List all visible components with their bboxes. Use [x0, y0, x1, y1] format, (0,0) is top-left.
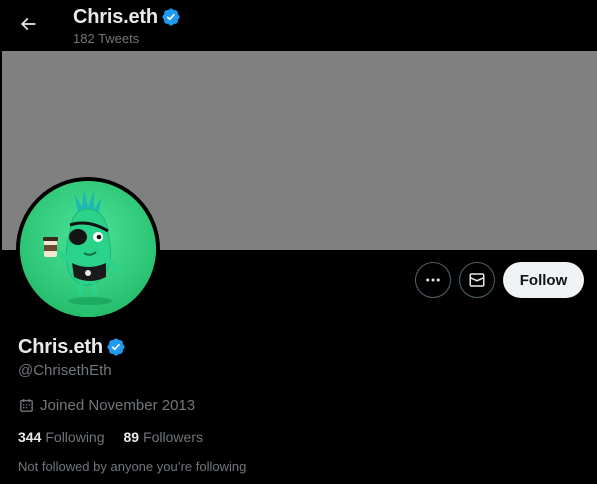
follow-button[interactable]: Follow [503, 262, 584, 298]
header-display-name: Chris.eth [73, 5, 158, 28]
calendar-icon [18, 397, 35, 414]
header-title-row: Chris.eth [73, 4, 181, 30]
tweet-count: 182 Tweets [73, 31, 140, 46]
message-button[interactable] [459, 262, 495, 298]
back-button[interactable] [10, 6, 46, 42]
arrow-left-icon [20, 17, 36, 31]
followers-link[interactable]: 89 Followers [124, 429, 203, 445]
avatar-image [20, 181, 156, 317]
profile-display-name: Chris.eth [18, 335, 103, 358]
following-count: 344 [18, 429, 42, 445]
more-options-button[interactable] [415, 262, 451, 298]
joined-date-row: Joined November 2013 [18, 397, 195, 414]
follow-stats: 344 Following 89 Followers [18, 429, 222, 445]
followers-count: 89 [123, 429, 140, 445]
profile-handle: @ChrisethEth [18, 362, 112, 379]
verified-badge-icon[interactable] [106, 337, 126, 357]
profile-name-row: Chris.eth [18, 334, 126, 360]
following-link[interactable]: 344 Following [18, 429, 105, 445]
followers-label: Followers [143, 429, 203, 445]
avatar [20, 181, 156, 317]
avatar-frame[interactable] [16, 177, 160, 321]
not-followed-notice: Not followed by anyone you’re following [18, 459, 247, 474]
more-dots-icon [426, 278, 440, 282]
joined-date: Joined November 2013 [40, 397, 196, 414]
profile-header: Chris.eth 182 Tweets [0, 0, 597, 51]
envelope-icon [469, 273, 485, 287]
verified-badge-icon [161, 7, 181, 27]
following-label: Following [45, 429, 105, 445]
